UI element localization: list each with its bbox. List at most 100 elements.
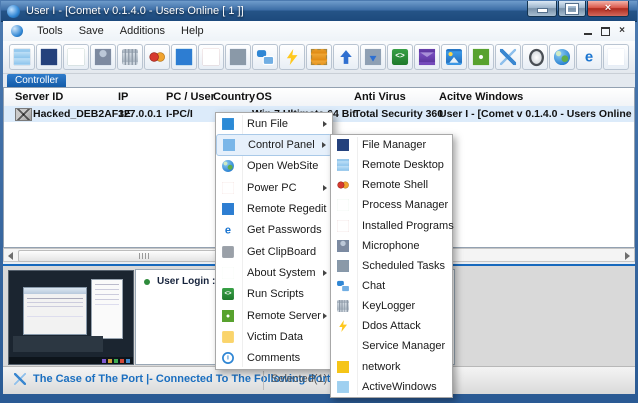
menu-additions[interactable]: Additions (112, 23, 173, 39)
status-bar: The Case of The Port |- Connected To The… (3, 366, 635, 394)
chat-icon (337, 280, 349, 292)
image-viewer-button[interactable] (441, 44, 467, 70)
menu-item-get-passwords[interactable]: Get Passwords (216, 220, 332, 241)
submenu-item-scheduled-tasks[interactable]: Scheduled Tasks (331, 256, 454, 276)
window-title: User I - [Comet v 0.1.4.0 - Users Online… (26, 5, 244, 17)
keylogger-button[interactable] (117, 44, 143, 70)
email-button[interactable] (414, 44, 440, 70)
scheduled-tasks-icon (230, 49, 246, 65)
close-button[interactable]: × (587, 1, 629, 17)
col-country[interactable]: Country (213, 88, 255, 106)
minimize-button[interactable] (527, 1, 557, 17)
submenu-item-microphone[interactable]: Microphone (331, 236, 454, 256)
installed-programs-label: Installed Programs (362, 220, 454, 232)
title-bar[interactable]: User I - [Comet v 0.1.4.0 - Users Online… (1, 1, 637, 22)
submenu-item-ddos-attack[interactable]: Ddos Attack (331, 316, 454, 336)
cell-pc-user: I-PC/I (166, 106, 193, 122)
file-manager-button[interactable] (36, 44, 62, 70)
menu-item-remote-regedit[interactable]: Remote Regedit (216, 198, 332, 219)
menu-item-control-panel[interactable]: Control Panel (216, 134, 332, 155)
cell-active-windows: User I - [Comet v 0.1.4.0 - Users Online… (439, 106, 635, 122)
opera-button[interactable] (522, 44, 548, 70)
col-pc-user[interactable]: PC / User (166, 88, 215, 106)
service-manager-button[interactable] (603, 44, 629, 70)
col-anti-virus[interactable]: Anti Virus (354, 88, 406, 106)
control-panel-submenu: File Manager Remote Desktop Remote ShellPr… (330, 134, 453, 398)
remote-screen-button[interactable] (9, 44, 35, 70)
submenu-item-keylogger[interactable]: KeyLogger (331, 296, 454, 316)
menu-item-power-pc[interactable]: Power PC (216, 177, 332, 198)
menu-item-get-clipboard[interactable]: Get ClipBoard (216, 241, 332, 262)
upload-icon (338, 49, 354, 65)
menu-item-victim-data[interactable]: Victim Data (216, 326, 332, 347)
installed-programs-icon (337, 220, 349, 232)
remote-shell-button[interactable] (144, 44, 170, 70)
power-pc-label: Power PC (247, 182, 297, 194)
run-scripts-label: Run Scripts (247, 288, 304, 300)
col-server-id[interactable]: Server ID (15, 88, 63, 106)
col-ip[interactable]: IP (118, 88, 128, 106)
installed-programs-button[interactable] (198, 44, 224, 70)
chat-button[interactable] (252, 44, 278, 70)
cpu-info-button[interactable] (306, 44, 332, 70)
remote-desktop-label: Remote Desktop (362, 159, 444, 171)
get-passwords-button[interactable] (576, 44, 602, 70)
submenu-item-chat[interactable]: Chat (331, 276, 454, 296)
browser-update-button[interactable] (360, 44, 386, 70)
mdi-minimize-icon[interactable] (584, 33, 592, 35)
victim-data-label: Victim Data (247, 331, 303, 343)
run-scripts-button[interactable] (387, 44, 413, 70)
scroll-right-icon[interactable] (625, 252, 630, 260)
open-website-icon (554, 49, 570, 65)
col-os[interactable]: OS (256, 88, 272, 106)
scroll-left-icon[interactable] (8, 252, 13, 260)
menu-item-run-scripts[interactable]: Run Scripts (216, 284, 332, 305)
menu-save[interactable]: Save (71, 23, 112, 39)
submenu-item-file-manager[interactable]: File Manager (331, 135, 454, 155)
submenu-item-service-manager[interactable]: Service Manager (331, 336, 454, 356)
desktop-preview[interactable] (8, 270, 134, 365)
open-website-icon (222, 160, 234, 172)
col-active-windows[interactable]: Acitve Windows (439, 88, 523, 106)
mdi-restore-icon[interactable] (601, 27, 610, 36)
about-system-icon (222, 267, 234, 279)
keylogger-icon (337, 300, 349, 312)
upload-button[interactable] (333, 44, 359, 70)
menu-item-about-system[interactable]: About System (216, 262, 332, 283)
menu-item-open-website[interactable]: Open WebSite (216, 156, 332, 177)
remote-shell-icon (149, 49, 165, 65)
submenu-item-remote-shell[interactable]: Remote Shell (331, 175, 454, 195)
comments-icon (222, 352, 234, 364)
mdi-close-icon[interactable]: × (619, 26, 625, 36)
browser-update-icon (365, 49, 381, 65)
submenu-item-installed-programs[interactable]: Installed Programs (331, 216, 454, 236)
settings-icon (473, 49, 489, 65)
comments-label: Comments (247, 352, 300, 364)
menu-item-comments[interactable]: Comments (216, 348, 332, 369)
process-manager-icon (68, 49, 84, 65)
process-manager-button[interactable] (63, 44, 89, 70)
get-passwords-label: Get Passwords (247, 224, 322, 236)
submenu-item-network[interactable]: network (331, 357, 454, 377)
remote-server-label: Remote Server (247, 310, 321, 322)
submenu-item-activewindows[interactable]: ActiveWindows (331, 377, 454, 397)
open-website-button[interactable] (549, 44, 575, 70)
scheduled-tasks-button[interactable] (225, 44, 251, 70)
settings-button[interactable] (468, 44, 494, 70)
submenu-item-remote-desktop[interactable]: Remote Desktop (331, 155, 454, 175)
menu-tools[interactable]: Tools (29, 23, 71, 39)
menu-item-run-file[interactable]: Run File (216, 113, 332, 134)
ddos-attack-button[interactable] (279, 44, 305, 70)
menu-help[interactable]: Help (173, 23, 212, 39)
submenu-item-process-manager[interactable]: Process Manager (331, 195, 454, 215)
activewindows-label: ActiveWindows (362, 381, 437, 393)
remote-regedit-button[interactable] (171, 44, 197, 70)
tab-controller[interactable]: Controller (7, 74, 66, 87)
menu-item-remote-server[interactable]: Remote Server (216, 305, 332, 326)
microphone-button[interactable] (90, 44, 116, 70)
submenu-arrow-icon (322, 142, 326, 148)
satellite-button[interactable] (495, 44, 521, 70)
control-panel-icon (223, 139, 235, 151)
maximize-button[interactable] (558, 1, 586, 17)
service-manager-icon (337, 341, 349, 353)
